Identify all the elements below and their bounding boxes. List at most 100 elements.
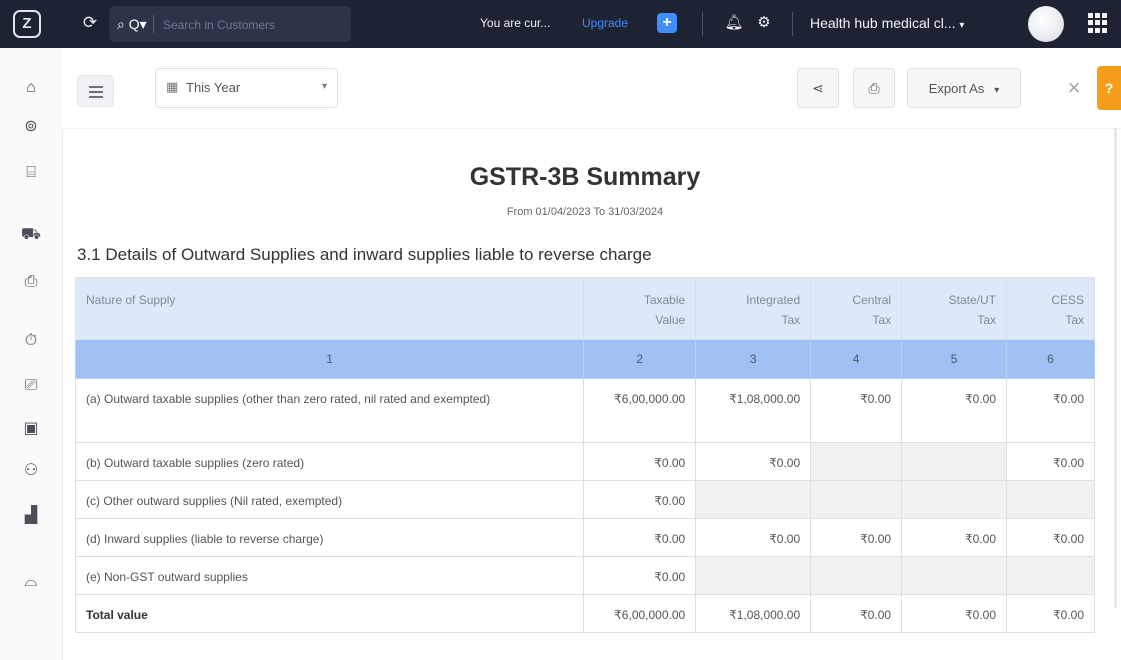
export-as-dropdown[interactable]: Export As ▾ <box>907 68 1021 108</box>
state-ut-tax[interactable]: ₹0.00 <box>901 518 1008 557</box>
state-ut-tax[interactable]: ₹0.00 <box>901 378 1008 443</box>
user-avatar[interactable] <box>1028 6 1064 42</box>
column-number: 5 <box>901 339 1008 379</box>
home-icon[interactable]: ⌂ <box>19 76 43 100</box>
printer-icon: ⎙ <box>868 80 880 96</box>
cess-tax[interactable]: ₹0.00 <box>1006 518 1095 557</box>
cess-tax[interactable]: ₹0.00 <box>1006 442 1095 481</box>
table-row: (a) Outward taxable supplies (other than… <box>74 378 1095 443</box>
e-way-bill-icon[interactable]: ⎚ <box>19 374 43 398</box>
total-row: Total value ₹6,00,000.00 ₹1,08,000.00 ₹0… <box>74 594 1095 633</box>
purchases-bag-icon[interactable]: ⎙ <box>19 270 43 294</box>
trial-notice: You are cur... <box>480 16 551 30</box>
chevron-down-icon: ▾ <box>959 20 965 31</box>
reports-chart-icon[interactable]: ▟ <box>19 504 43 528</box>
total-label: Total value <box>74 594 585 633</box>
column-number: 2 <box>583 339 697 379</box>
integrated-tax[interactable]: ₹0.00 <box>695 442 812 481</box>
column-number: 6 <box>1006 339 1095 379</box>
app-logo-icon[interactable]: Z <box>13 10 41 38</box>
organization-switcher[interactable]: Health hub medical cl... ▾ <box>810 15 964 31</box>
column-number-row: 1 2 3 4 5 6 <box>74 339 1095 379</box>
cess-tax-na <box>1006 480 1095 519</box>
report-toolbar: ▦ This Year ▾ ⋖ ⎙ Export As ▾ × ? <box>62 48 1121 129</box>
column-number: 3 <box>695 339 812 379</box>
organization-name: Health hub medical cl... <box>810 15 956 31</box>
column-header: Central Tax <box>810 277 903 340</box>
table-row: (d) Inward supplies (liable to reverse c… <box>74 518 1095 557</box>
total-central-tax: ₹0.00 <box>810 594 903 633</box>
taxable-value[interactable]: ₹0.00 <box>583 518 697 557</box>
search-mode-label: Q <box>128 16 140 32</box>
supply-type-label: (a) Outward taxable supplies (other than… <box>74 378 585 443</box>
central-tax[interactable]: ₹0.00 <box>810 378 903 443</box>
share-button[interactable]: ⋖ <box>797 68 839 108</box>
upgrade-link[interactable]: Upgrade <box>582 16 628 30</box>
notification-bell-icon[interactable]: 🔔︎ <box>723 12 745 34</box>
vertical-scrollbar[interactable] <box>1114 128 1117 608</box>
total-cess-tax: ₹0.00 <box>1006 594 1095 633</box>
export-as-label: Export As <box>928 81 985 96</box>
column-header: CESS Tax <box>1006 277 1095 340</box>
share-icon: ⋖ <box>812 80 824 96</box>
accountant-icon[interactable]: ▣ <box>19 417 43 441</box>
report-period: From 01/04/2023 To 31/03/2024 <box>506 206 664 218</box>
report-title: GSTR-3B Summary <box>469 163 701 191</box>
total-integrated-tax: ₹1,08,000.00 <box>695 594 812 633</box>
contacts-icon[interactable]: ⚇ <box>19 459 43 483</box>
taxable-value[interactable]: ₹0.00 <box>583 556 697 595</box>
central-tax-na <box>810 480 903 519</box>
table-header-row: Nature of Supply Taxable Value Integrated… <box>74 277 1095 340</box>
column-header: Taxable Value <box>583 277 697 340</box>
documents-folder-icon[interactable]: ⌓ <box>19 570 43 594</box>
settings-gear-icon[interactable]: ⚙ <box>753 12 775 34</box>
cess-tax[interactable]: ₹0.00 <box>1006 378 1095 443</box>
total-state-ut-tax: ₹0.00 <box>901 594 1008 633</box>
date-range-value: This Year <box>186 80 241 95</box>
taxable-value[interactable]: ₹0.00 <box>583 442 697 481</box>
column-number: 4 <box>810 339 903 379</box>
state-ut-tax-na <box>901 480 1008 519</box>
search-divider <box>153 15 154 33</box>
supply-type-label: (d) Inward supplies (liable to reverse c… <box>74 518 585 557</box>
search-icon[interactable]: ⌕ Q▾ <box>117 15 147 33</box>
chevron-down-icon: ▾ <box>321 81 327 92</box>
sidebar: ⌂ ⊚ ⌸ ⛟ ⎙ ⏱ ⎚ ▣ ⚇ ▟ ⌓ <box>0 48 63 660</box>
close-icon[interactable]: × <box>1062 73 1086 103</box>
hamburger-menu-icon[interactable] <box>77 75 114 107</box>
gstr3b-table: Nature of Supply Taxable Value Integrated… <box>74 277 1095 633</box>
table-row: (e) Non-GST outward supplies ₹0.00 <box>74 556 1095 595</box>
date-range-select[interactable]: ▦ This Year ▾ <box>155 68 338 108</box>
total-taxable-value: ₹6,00,000.00 <box>583 594 697 633</box>
topbar-divider <box>792 12 793 36</box>
column-number: 1 <box>74 339 585 379</box>
app-grid-icon[interactable] <box>1088 13 1108 33</box>
cess-tax-na <box>1006 556 1095 595</box>
taxable-value[interactable]: ₹0.00 <box>583 480 697 519</box>
top-bar: Z ⟳ ⌕ Q▾ You are cur... Upgrade + 🔔︎ ⚙ H… <box>0 0 1121 48</box>
supply-type-label: (c) Other outward supplies (Nil rated, e… <box>74 480 585 519</box>
column-header: Integrated Tax <box>695 277 812 340</box>
state-ut-tax-na <box>901 556 1008 595</box>
taxable-value[interactable]: ₹6,00,000.00 <box>583 378 697 443</box>
sales-cart-icon[interactable]: ⛟ <box>19 223 43 247</box>
central-tax-na <box>810 442 903 481</box>
search-input[interactable] <box>161 14 347 36</box>
table-row: (b) Outward taxable supplies (zero rated… <box>74 442 1095 481</box>
central-tax[interactable]: ₹0.00 <box>810 518 903 557</box>
quick-create-button[interactable]: + <box>657 13 677 33</box>
help-tab-button[interactable]: ? <box>1097 66 1121 110</box>
column-header: Nature of Supply <box>74 277 585 340</box>
integrated-tax-na <box>695 556 812 595</box>
banking-icon[interactable]: ⌸ <box>19 161 43 185</box>
items-box-icon[interactable]: ⊚ <box>19 115 43 139</box>
global-search: ⌕ Q▾ <box>109 6 351 42</box>
recent-activity-icon[interactable]: ⟳ <box>79 12 101 34</box>
integrated-tax[interactable]: ₹1,08,000.00 <box>695 378 812 443</box>
section-heading: 3.1 Details of Outward Supplies and inwa… <box>77 245 652 264</box>
chevron-down-icon: ▾ <box>994 85 1000 96</box>
topbar-divider <box>702 12 703 36</box>
time-tracking-icon[interactable]: ⏱ <box>19 329 43 353</box>
print-button[interactable]: ⎙ <box>853 68 895 108</box>
integrated-tax[interactable]: ₹0.00 <box>695 518 812 557</box>
